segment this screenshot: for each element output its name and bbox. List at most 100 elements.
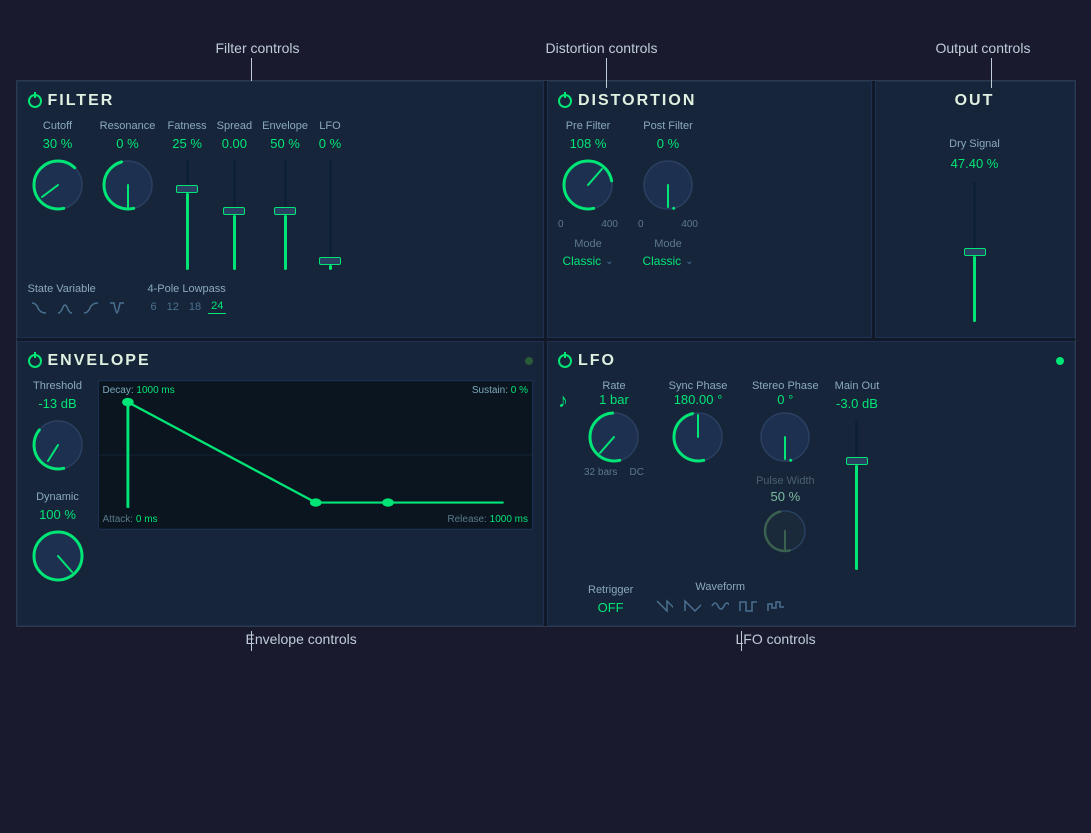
out-title: OUT [955,92,995,110]
dry-signal-slider[interactable] [963,177,987,327]
pre-filter-max: 400 [601,219,618,230]
waveform-saw-down[interactable] [653,597,675,615]
distortion-panel: DISTORTION Pre Filter 108 % 0 [547,81,872,338]
fatness-label: Fatness [168,120,207,132]
dry-signal-value: 47.40 % [951,156,999,171]
out-panel: OUT Dry Signal 47.40 % [875,81,1075,338]
envelope-status-dot [525,357,533,365]
post-filter-group: Post Filter 0 % 0 400 Mode [638,120,698,268]
pre-mode-label: Mode [574,238,602,250]
pulse-width-value: 50 % [771,489,801,504]
pre-filter-knob[interactable] [558,155,618,215]
env-adsr-curve [99,381,533,529]
sync-phase-knob[interactable] [668,407,728,467]
lfo-note-icon[interactable]: ♪ [558,390,568,413]
post-mode-value: Classic [642,254,681,268]
envelope-power-icon[interactable] [28,354,42,368]
shape-highpass[interactable] [80,299,102,317]
dynamic-knob[interactable] [28,526,88,586]
threshold-group: Threshold -13 dB [28,380,88,475]
stereo-phase-knob[interactable] [755,407,815,467]
dynamic-label: Dynamic [36,491,79,503]
distortion-power-icon[interactable] [558,94,572,108]
right-top-area: DISTORTION Pre Filter 108 % 0 [547,81,1075,338]
resonance-group: Resonance 0 % [98,120,158,215]
lfo-filter-slider-group: LFO 0 % [318,120,342,275]
cutoff-label: Cutoff [43,120,72,132]
post-mode-chevron[interactable]: ⌄ [685,256,693,267]
envelope-label: Envelope [262,120,308,132]
pre-filter-group: Pre Filter 108 % 0 400 Mode [558,120,618,268]
pole-12[interactable]: 12 [164,299,182,314]
main-out-slider[interactable] [845,415,869,575]
resonance-knob[interactable] [98,155,158,215]
cutoff-knob[interactable] [28,155,88,215]
pre-mode-chevron[interactable]: ⌄ [605,256,613,267]
filter-title: FILTER [48,92,115,110]
state-variable-label: State Variable [28,283,128,295]
shape-lowpass[interactable] [28,299,50,317]
post-filter-label: Post Filter [643,120,693,132]
pole-24[interactable]: 24 [208,299,226,314]
threshold-knob[interactable] [28,415,88,475]
retrigger-value: OFF [588,600,633,615]
lfo-status-dot [1056,357,1064,365]
threshold-value: -13 dB [38,396,76,411]
fatness-slider[interactable] [175,155,199,275]
lfo-panel: LFO ♪ Rate 1 bar [547,341,1075,626]
section-labels-bottom: Envelope controls LFO controls [16,631,1076,661]
dry-signal-label: Dry Signal [949,138,1000,150]
lfo-title: LFO [578,352,616,370]
pole-6[interactable]: 6 [148,299,160,314]
post-filter-knob[interactable] [638,155,698,215]
output-controls-label: Output controls [936,40,1031,56]
lfo-filter-slider[interactable] [318,155,342,275]
sync-phase-col: Sync Phase 180.00 ° [660,380,736,467]
shape-bandpass[interactable] [54,299,76,317]
envelope-value: 50 % [270,136,300,151]
spread-slider[interactable] [222,155,246,275]
lfo-filter-value: 0 % [319,136,341,151]
spread-value: 0.00 [222,136,247,151]
lfo-rate-knob[interactable] [584,407,644,467]
stereo-phase-col: Stereo Phase 0 ° Pulse Width 50 % [744,380,827,556]
lfo-controls-label: LFO controls [736,631,816,647]
lfo-power-icon[interactable] [558,354,572,368]
main-out-section: Main Out -3.0 dB [835,380,880,575]
retrigger-group: Retrigger OFF [588,584,633,615]
poles-group: 4-Pole Lowpass 6 12 18 24 [148,283,227,314]
main-out-value: -3.0 dB [836,396,878,411]
filter-controls-label: Filter controls [216,40,300,56]
envelope-title: ENVELOPE [48,352,151,370]
cutoff-value: 30 % [43,136,73,151]
resonance-value: 0 % [116,136,138,151]
waveform-group: Waveform [653,581,787,615]
resonance-label: Resonance [100,120,156,132]
fatness-value: 25 % [172,136,202,151]
waveform-label: Waveform [653,581,787,593]
cutoff-group: Cutoff 30 % [28,120,88,215]
sustain-value: 0 % [511,385,528,396]
waveform-random[interactable] [765,597,787,615]
rate-max: DC [630,467,644,478]
pulse-width-knob[interactable] [760,506,810,556]
rate-min: 32 bars [584,467,617,478]
waveform-saw-up[interactable] [681,597,703,615]
shape-notch[interactable] [106,299,128,317]
envelope-slider[interactable] [273,155,297,275]
lfo-rate-label: Rate [602,380,625,392]
state-variable-shapes [28,299,128,317]
filter-panel: FILTER Cutoff 30 % Resonance 0 % [17,81,545,338]
stereo-phase-value: 0 ° [777,392,793,407]
waveform-square[interactable] [737,597,759,615]
waveform-sine[interactable] [709,597,731,615]
pole-18[interactable]: 18 [186,299,204,314]
attack-value: 0 ms [136,514,158,525]
pre-filter-min: 0 [558,219,564,230]
filter-power-icon[interactable] [28,94,42,108]
spread-group: Spread 0.00 [217,120,252,275]
sync-phase-value: 180.00 ° [674,392,723,407]
fatness-group: Fatness 25 % [168,120,207,275]
envelope-panel: ENVELOPE Threshold -13 dB [17,341,545,626]
pole-lowpass-label: 4-Pole Lowpass [148,283,227,295]
